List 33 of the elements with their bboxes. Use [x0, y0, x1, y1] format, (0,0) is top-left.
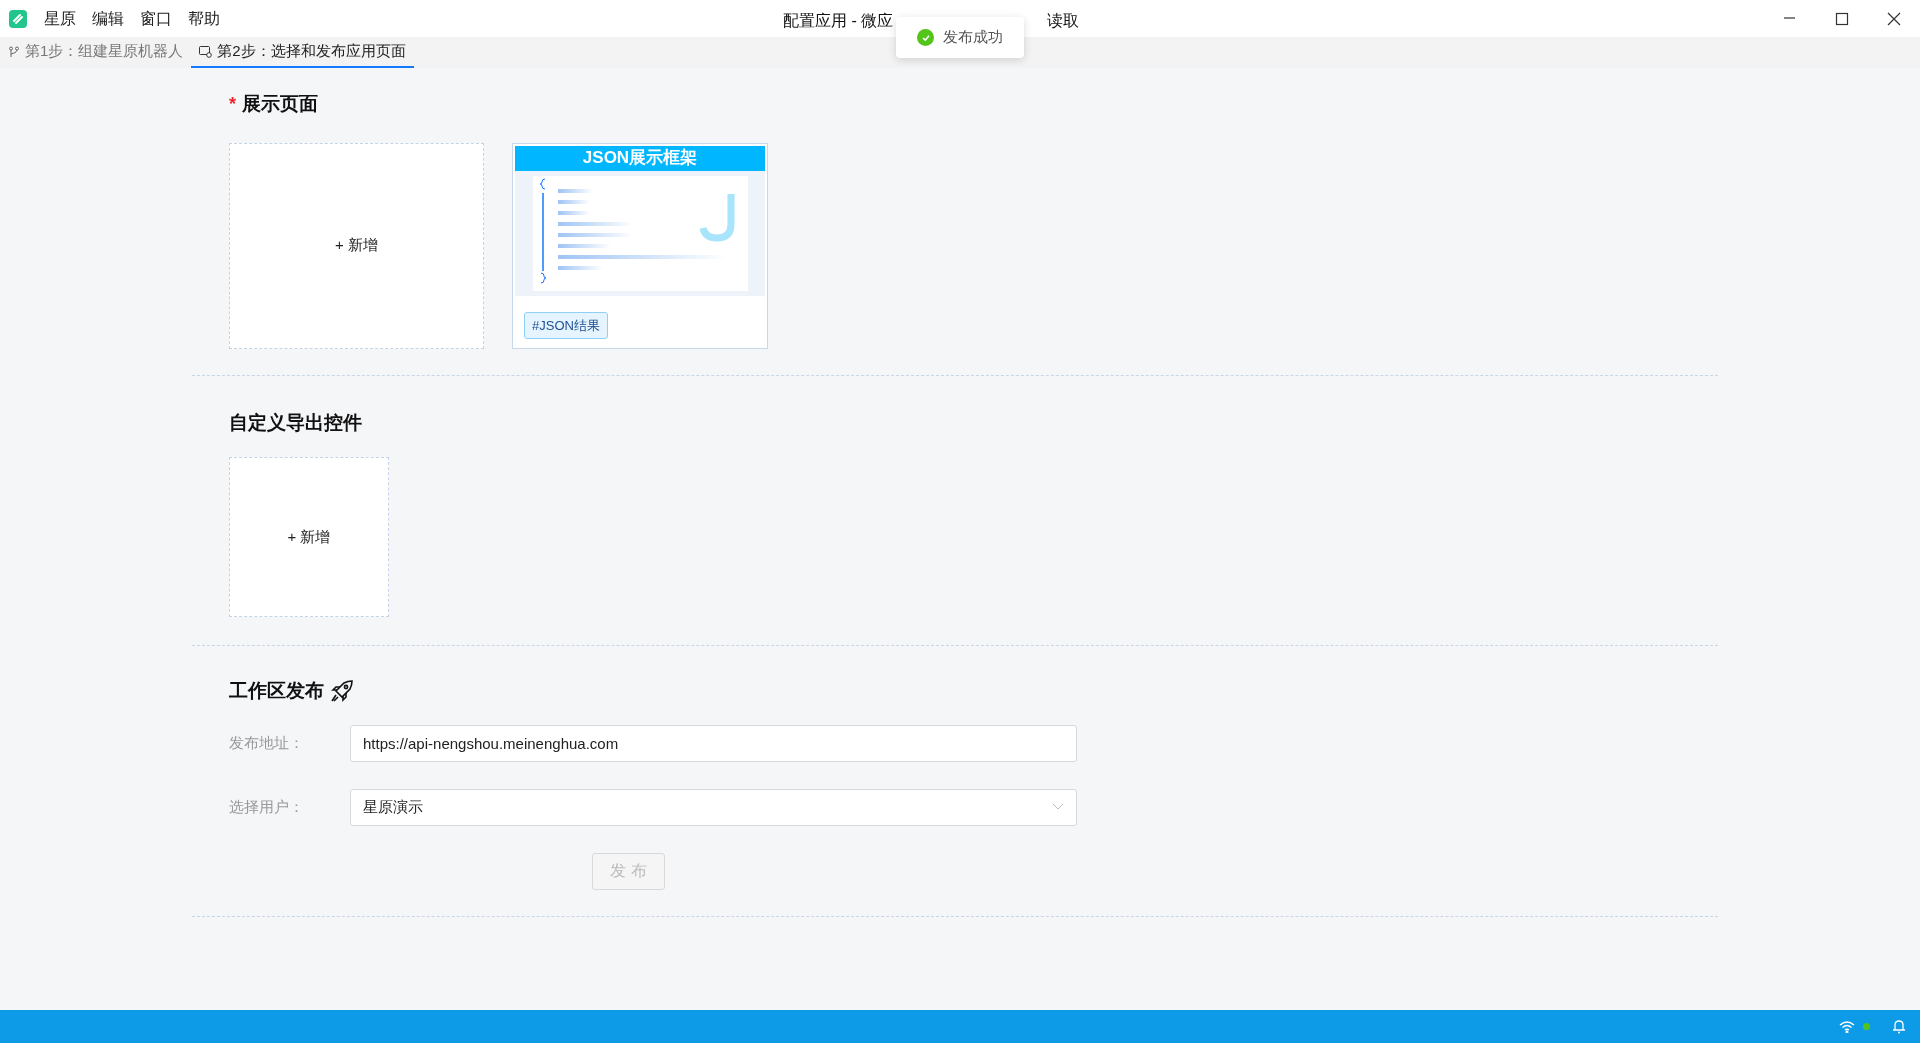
- wifi-icon: [1839, 1020, 1855, 1033]
- menu-item[interactable]: 帮助: [187, 6, 221, 31]
- add-card[interactable]: + 新增: [229, 142, 484, 349]
- section-title: 工作区发布: [229, 679, 324, 703]
- user-select[interactable]: 星原演示: [350, 788, 1077, 826]
- maximize-icon[interactable]: [1835, 11, 1849, 26]
- section-title: 展示页面: [242, 92, 318, 116]
- close-icon[interactable]: [1887, 11, 1901, 26]
- menu-item[interactable]: 星原: [43, 6, 77, 31]
- template-card[interactable]: JSON展示框架 #JSON结果: [512, 142, 768, 349]
- field-label: 选择用户：: [229, 796, 305, 817]
- app-logo-icon: [9, 9, 27, 28]
- window-title: 配置应用 - 微应: [783, 11, 894, 31]
- result-tag: #JSON结果: [524, 311, 608, 339]
- step-tab[interactable]: 第2步：选择和发布应用页面: [191, 37, 414, 68]
- menu-item[interactable]: 窗口: [139, 6, 173, 31]
- section-title: 自定义导出控件: [229, 410, 362, 435]
- select-value: 星原演示: [363, 796, 423, 817]
- rocket-icon: [330, 679, 354, 704]
- check-icon: [917, 29, 934, 46]
- add-card[interactable]: + 新增: [229, 457, 389, 617]
- step-tab[interactable]: 第1步：组建星原机器人: [0, 37, 192, 68]
- card-banner: JSON展示框架: [515, 145, 765, 171]
- bell-icon[interactable]: [1892, 1019, 1906, 1034]
- chevron-down-icon: [1052, 803, 1064, 811]
- page-icon: [199, 45, 213, 58]
- field-label: 发布地址：: [229, 732, 305, 753]
- required-mark: *: [229, 92, 236, 116]
- menu-item[interactable]: 编辑: [91, 6, 125, 31]
- branch-icon: [8, 45, 20, 58]
- address-input[interactable]: https://api-nengshou.meinenghua.com: [350, 724, 1077, 762]
- window-title: 读取: [1047, 11, 1079, 31]
- success-toast: 发布成功: [896, 17, 1024, 58]
